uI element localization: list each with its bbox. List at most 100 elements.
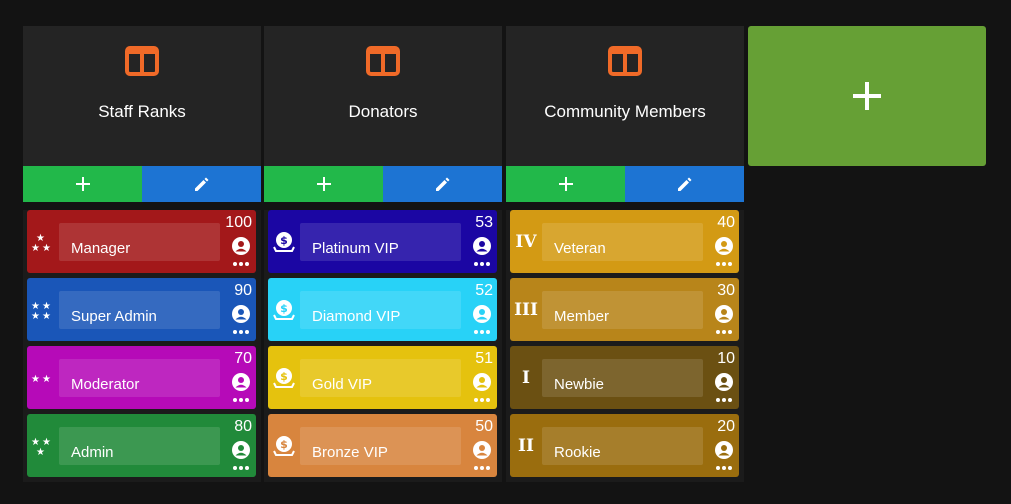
- user-icon[interactable]: [473, 373, 491, 391]
- user-icon[interactable]: [473, 305, 491, 323]
- column-donators: Donators $ Platinum VIP 53 $ Diamond VIP…: [264, 26, 502, 482]
- rank-list: $ Platinum VIP 53 $ Diamond VIP 52 $ Gol…: [264, 210, 502, 482]
- pencil-icon: [435, 177, 449, 191]
- rank-name: Admin: [59, 427, 220, 465]
- rank-card[interactable]: II Rookie 20: [510, 414, 739, 477]
- svg-text:★: ★: [31, 374, 40, 385]
- column-header: Donators: [264, 26, 502, 166]
- user-icon[interactable]: [232, 373, 250, 391]
- svg-text:★: ★: [42, 243, 51, 254]
- svg-text:$: $: [280, 370, 288, 383]
- svg-text:★: ★: [36, 447, 45, 458]
- rank-weight: 53: [475, 214, 493, 231]
- columns-icon: [125, 46, 159, 76]
- rank-weight: 80: [234, 418, 252, 435]
- user-icon[interactable]: [473, 441, 491, 459]
- add-rank-button[interactable]: [506, 166, 625, 202]
- edit-column-button[interactable]: [383, 166, 502, 202]
- dollar-coin-icon: $: [273, 368, 295, 388]
- user-icon[interactable]: [232, 305, 250, 323]
- rank-card[interactable]: III Member 30: [510, 278, 739, 341]
- rank-card[interactable]: ★ ★ Moderator 70: [27, 346, 256, 409]
- rank-card[interactable]: $ Bronze VIP 50: [268, 414, 497, 477]
- rank-name: Veteran: [542, 223, 703, 261]
- rank-card[interactable]: $ Gold VIP 51: [268, 346, 497, 409]
- rank-name: Diamond VIP: [300, 291, 461, 329]
- svg-text:★: ★: [42, 311, 51, 322]
- rank-weight: 100: [225, 214, 252, 231]
- more-options-icon[interactable]: [715, 397, 733, 403]
- roman-four-icon: IV: [515, 232, 537, 252]
- rank-weight: 51: [475, 350, 493, 367]
- svg-text:★: ★: [31, 243, 40, 254]
- plus-icon: [75, 177, 90, 191]
- user-icon[interactable]: [715, 237, 733, 255]
- column-community-members: Community Members IV Veteran 40 III Memb…: [506, 26, 744, 482]
- edit-column-button[interactable]: [142, 166, 261, 202]
- rank-weight: 10: [717, 350, 735, 367]
- user-icon[interactable]: [715, 305, 733, 323]
- rank-card[interactable]: $ Platinum VIP 53: [268, 210, 497, 273]
- rank-name: Gold VIP: [300, 359, 461, 397]
- rank-card[interactable]: $ Diamond VIP 52: [268, 278, 497, 341]
- more-options-icon[interactable]: [232, 465, 250, 471]
- add-column-button[interactable]: [748, 26, 986, 166]
- user-icon[interactable]: [232, 237, 250, 255]
- rank-name: Platinum VIP: [300, 223, 461, 261]
- rank-weight: 40: [717, 214, 735, 231]
- more-options-icon[interactable]: [232, 261, 250, 267]
- user-icon[interactable]: [715, 373, 733, 391]
- rank-card[interactable]: ★ ★ ★ ★ Super Admin 90: [27, 278, 256, 341]
- more-options-icon[interactable]: [473, 261, 491, 267]
- rank-weight: 20: [717, 418, 735, 435]
- edit-column-button[interactable]: [625, 166, 744, 202]
- add-rank-button[interactable]: [264, 166, 383, 202]
- plus-icon: [853, 82, 881, 110]
- svg-text:★: ★: [31, 311, 40, 322]
- more-options-icon[interactable]: [473, 465, 491, 471]
- dollar-coin-icon: $: [273, 232, 295, 252]
- stars-three-icon: ★ ★ ★: [31, 230, 55, 254]
- dollar-coin-icon: $: [273, 436, 295, 456]
- stars-two-icon: ★ ★: [31, 366, 55, 390]
- stars-three-icon: ★ ★ ★: [31, 434, 55, 458]
- rank-name: Super Admin: [59, 291, 220, 329]
- column-header: Staff Ranks: [23, 26, 261, 166]
- plus-icon: [558, 177, 573, 191]
- rank-name: Moderator: [59, 359, 220, 397]
- more-options-icon[interactable]: [473, 329, 491, 335]
- rank-card[interactable]: ★ ★ ★ Admin 80: [27, 414, 256, 477]
- roman-three-icon: III: [514, 300, 538, 320]
- rank-card[interactable]: ★ ★ ★ Manager 100: [27, 210, 256, 273]
- more-options-icon[interactable]: [715, 261, 733, 267]
- rank-name: Manager: [59, 223, 220, 261]
- user-icon[interactable]: [715, 441, 733, 459]
- add-rank-button[interactable]: [23, 166, 142, 202]
- user-icon[interactable]: [232, 441, 250, 459]
- rank-name: Bronze VIP: [300, 427, 461, 465]
- column-title: Donators: [348, 102, 418, 121]
- column-actions: [506, 166, 744, 202]
- column-actions: [264, 166, 502, 202]
- more-options-icon[interactable]: [232, 397, 250, 403]
- dollar-coin-icon: $: [273, 300, 295, 320]
- rank-list: ★ ★ ★ Manager 100 ★ ★ ★ ★ Super Admin 90 ★ ★: [23, 210, 261, 482]
- rank-name: Rookie: [542, 427, 703, 465]
- rank-name: Member: [542, 291, 703, 329]
- more-options-icon[interactable]: [473, 397, 491, 403]
- column-title: Staff Ranks: [98, 102, 186, 121]
- pencil-icon: [677, 177, 691, 191]
- user-icon[interactable]: [473, 237, 491, 255]
- column-header: Community Members: [506, 26, 744, 166]
- more-options-icon[interactable]: [232, 329, 250, 335]
- more-options-icon[interactable]: [715, 465, 733, 471]
- plus-icon: [316, 177, 331, 191]
- column-title: Community Members: [544, 102, 706, 121]
- roman-one-icon: I: [522, 368, 530, 388]
- columns-icon: [608, 46, 642, 76]
- rank-weight: 50: [475, 418, 493, 435]
- rank-card[interactable]: I Newbie 10: [510, 346, 739, 409]
- rank-card[interactable]: IV Veteran 40: [510, 210, 739, 273]
- more-options-icon[interactable]: [715, 329, 733, 335]
- rank-name: Newbie: [542, 359, 703, 397]
